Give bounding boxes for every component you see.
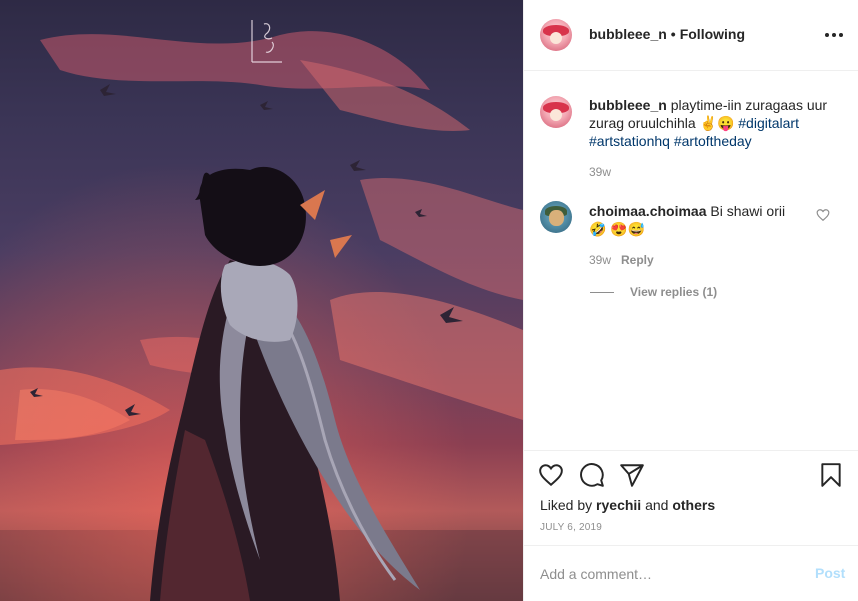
separator-dot: •: [670, 26, 676, 42]
post-image[interactable]: [0, 0, 523, 601]
hashtag-link[interactable]: #digitalart: [738, 115, 799, 131]
following-button[interactable]: Following: [680, 26, 745, 42]
author-username[interactable]: bubbleee_n: [589, 26, 667, 42]
add-comment-bar: Post: [524, 545, 858, 601]
post-date[interactable]: JULY 6, 2019: [540, 522, 602, 533]
comment-icon[interactable]: [579, 462, 605, 488]
instagram-post: bubbleee_n • Following bubbleee_n playtime…: [0, 0, 858, 601]
caption-age[interactable]: 39w: [589, 165, 611, 179]
header-user-line: bubbleee_n • Following: [589, 26, 745, 42]
caption-username[interactable]: bubbleee_n: [589, 97, 667, 113]
add-comment-input[interactable]: [540, 563, 790, 585]
avatar-face: [549, 210, 564, 226]
caption-avatar[interactable]: [540, 96, 572, 128]
artwork-illustration: [0, 0, 523, 601]
commenter-username[interactable]: choimaa.choimaa: [589, 203, 707, 219]
avatar-face: [550, 32, 562, 44]
likes-and: and: [645, 497, 669, 513]
view-replies-button[interactable]: View replies (1): [590, 285, 717, 299]
likes-summary: Liked by ryechii and others: [540, 497, 715, 513]
likes-prefix: Liked by: [540, 497, 593, 513]
bookmark-icon[interactable]: [818, 462, 844, 488]
liked-by-user[interactable]: ryechii: [596, 497, 641, 513]
post-sidebar: bubbleee_n • Following bubbleee_n playtime…: [523, 0, 858, 601]
comment-meta: 39w Reply: [589, 253, 654, 267]
author-avatar[interactable]: [540, 19, 572, 51]
post-comment-button[interactable]: Post: [815, 565, 845, 581]
caption: bubbleee_n playtime-iin zuragaas uur zur…: [589, 96, 839, 150]
commenter-avatar[interactable]: [540, 201, 572, 233]
more-options-icon[interactable]: [823, 24, 845, 46]
likes-others-link[interactable]: others: [672, 497, 715, 513]
comment-age[interactable]: 39w: [589, 253, 611, 267]
comment-like-heart-icon[interactable]: [816, 208, 830, 222]
hashtag-link[interactable]: #artstationhq: [589, 133, 670, 149]
comment: choimaa.choimaa Bi shawi orii 🤣 😍😅: [589, 202, 799, 238]
replies-divider-line: [590, 291, 614, 293]
hashtag-link[interactable]: #artoftheday: [674, 133, 752, 149]
heart-icon[interactable]: [538, 462, 564, 488]
post-header: bubbleee_n • Following: [524, 0, 858, 71]
action-bar: Liked by ryechii and others JULY 6, 2019: [524, 450, 858, 545]
avatar-face: [550, 109, 562, 121]
share-icon[interactable]: [619, 462, 645, 488]
reply-button[interactable]: Reply: [621, 253, 654, 267]
view-replies-label: View replies (1): [630, 285, 718, 299]
